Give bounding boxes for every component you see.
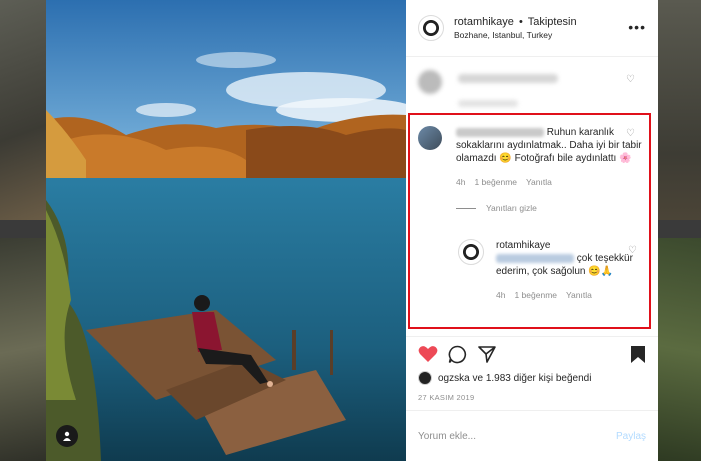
post-comment-button[interactable]: Paylaş (616, 431, 646, 442)
header-separator: • (518, 16, 523, 28)
replies-dash (456, 207, 476, 209)
grid-thumbnail[interactable] (0, 0, 46, 220)
reply-author-username[interactable]: rotamhikaye (496, 239, 646, 252)
post-photo[interactable] (46, 0, 406, 461)
comments-list[interactable]: ♡ Ruhun karanlık sokaklarını aydınlatmak… (406, 58, 658, 336)
liker-avatar[interactable] (418, 371, 432, 385)
comment-text-line1: Ruhun (546, 127, 577, 138)
likes-count[interactable]: 1.983 diğer kişi (486, 373, 553, 384)
comment-like-heart-icon[interactable]: ♡ (626, 128, 635, 139)
comment-likes-count[interactable]: 1 beğenme (474, 176, 517, 189)
action-bar (406, 336, 658, 372)
post-date[interactable]: 27 KASIM 2019 (418, 393, 474, 402)
heart-filled-icon[interactable] (418, 345, 438, 368)
commenter-avatar[interactable] (418, 126, 442, 150)
reply-likes-count[interactable]: 1 beğenme (514, 289, 557, 302)
reply-item: rotamhikaye çok teşekkür ederim, çok sağ… (458, 239, 646, 302)
hide-replies-toggle[interactable]: Yanıtları gizle (456, 203, 646, 213)
comment-reply-button[interactable]: Yanıtla (526, 176, 552, 189)
lake-scene-image (46, 0, 406, 461)
likes-and: ve (469, 372, 486, 384)
reply-time[interactable]: 4h (496, 289, 505, 302)
comment-input[interactable] (418, 430, 616, 442)
comment-time[interactable]: 4h (456, 176, 465, 189)
blurred-comment: ♡ (418, 70, 646, 110)
comment-like-heart-icon[interactable]: ♡ (626, 74, 635, 85)
post-side-panel: rotamhikaye • Takiptesin Bozhane, Istanb… (406, 0, 658, 461)
grid-thumbnail[interactable] (658, 0, 701, 220)
comment-item: Ruhun karanlık sokaklarını aydınlatmak..… (418, 126, 646, 213)
reply-author-avatar[interactable] (458, 239, 484, 265)
reply-reply-button[interactable]: Yanıtla (566, 289, 592, 302)
author-username[interactable]: rotamhikaye (454, 16, 514, 28)
more-horizontal-icon[interactable]: ••• (628, 20, 646, 34)
liker-username[interactable]: ogzska (438, 373, 470, 384)
comment-icon[interactable] (448, 345, 467, 369)
bookmark-filled-icon[interactable] (630, 345, 646, 369)
commenter-username-blurred[interactable] (456, 127, 544, 137)
likes-suffix: beğendi (553, 372, 592, 384)
hide-replies-label: Yanıtları gizle (486, 203, 537, 213)
follow-status[interactable]: Takiptesin (528, 16, 577, 28)
tagged-user-icon[interactable] (56, 425, 78, 447)
reply-like-heart-icon[interactable]: ♡ (628, 245, 637, 256)
add-comment-bar: Paylaş (406, 410, 658, 461)
reply-mention-blurred[interactable] (496, 253, 574, 263)
author-avatar[interactable] (418, 15, 444, 41)
post-header: rotamhikaye • Takiptesin Bozhane, Istanb… (406, 0, 658, 57)
post-location[interactable]: Bozhane, Istanbul, Turkey (454, 30, 577, 40)
grid-thumbnail[interactable] (0, 238, 46, 461)
grid-thumbnail[interactable] (658, 238, 701, 461)
likes-summary[interactable]: ogzska ve 1.983 diğer kişi beğendi (418, 371, 591, 385)
share-icon[interactable] (478, 345, 496, 368)
